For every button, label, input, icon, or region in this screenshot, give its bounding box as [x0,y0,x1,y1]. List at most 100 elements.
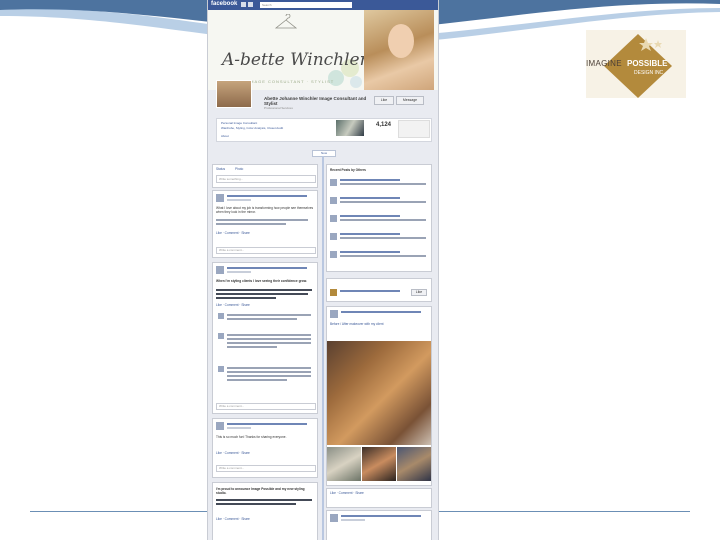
about-line-2: Wardrobe, Styling, Color Analysis, Close… [221,126,284,130]
post-timestamp[interactable] [227,199,251,201]
like-comment-links[interactable]: Like · Comment · Share [216,451,250,455]
post-excerpt [340,255,426,257]
linked-page-avatar[interactable] [330,289,337,296]
text-line [216,219,308,221]
friends-icon[interactable] [241,2,246,7]
profile-picture[interactable] [216,80,252,108]
author-name[interactable] [341,515,421,517]
cover-script-title: A-bette Winchler [222,50,368,70]
author-name[interactable] [227,423,307,425]
cover-photo: A-bette Winchler IMAGE CONSULTANT · STYL… [208,10,438,90]
photo-tab[interactable]: Photo [235,167,243,171]
timeline-post-3: This is so much fun! Thanks for sharing … [212,418,318,478]
photo-post: Before / After makeover with my client [326,306,432,486]
comment-line [227,346,277,348]
status-tab[interactable]: Status [216,167,225,171]
author-avatar[interactable] [216,194,224,202]
like-page-button[interactable]: Like [374,96,394,105]
poster-name[interactable] [340,179,400,181]
logo-word-small: DESIGN INC [634,70,664,76]
comment-line [227,342,311,344]
post-timestamp[interactable] [227,427,251,429]
messages-icon[interactable] [248,2,253,7]
poster-avatar[interactable] [330,215,337,222]
logo-word-possible: POSSIBLE [627,59,668,68]
text-line [216,297,276,299]
comment-line [227,314,311,316]
author-name[interactable] [227,267,307,269]
like-comment-links[interactable]: Like · Comment · Share [216,303,250,307]
photos-thumbnail[interactable] [336,120,364,136]
like-comment-links[interactable]: Like · Comment · Share [216,231,250,235]
page-category: Professional Services [264,106,293,110]
comment-line [227,367,311,369]
comment-line [227,371,311,373]
app-thumbnail[interactable] [398,120,430,138]
commenter-avatar[interactable] [218,366,224,372]
logo-word-imagine: IMAGINE [586,59,622,68]
poster-avatar[interactable] [330,179,337,186]
text-line [216,293,308,295]
photo-post-title[interactable]: Before / After makeover with my client [330,322,428,326]
poster-avatar[interactable] [330,251,337,258]
like-comment-links[interactable]: Like · Comment · Share [330,491,364,495]
text-line [216,499,312,501]
composer-input[interactable]: Write something... [216,175,316,183]
author-avatar[interactable] [330,514,338,522]
widget-like-button[interactable]: Like [411,289,427,296]
commenter-avatar[interactable] [218,333,224,339]
search-input[interactable]: Search [260,2,352,8]
poster-name[interactable] [340,233,400,235]
post-2-text: When I'm styling clients I love seeing t… [216,279,307,283]
poster-name[interactable] [340,251,400,253]
post-timestamp[interactable] [227,271,251,273]
post-1-text: What I love about my job is transforming… [216,206,314,214]
page-name[interactable]: Abette Johanne Winchler Image Consultant… [264,96,374,106]
author-avatar[interactable] [330,310,338,318]
comment-line [227,334,311,336]
post-photo-thumb-1[interactable] [327,447,361,481]
poster-name[interactable] [340,215,400,217]
author-name[interactable] [341,311,421,313]
comment-input[interactable]: Write a comment... [216,403,316,410]
message-button[interactable]: Message [396,96,424,105]
post-photo-thumb-2[interactable] [362,447,396,481]
facebook-top-bar: facebook Search [208,0,438,10]
timeline-post-4: I'm proud to announce Image Possible and… [212,482,318,540]
comment-input[interactable]: Write a comment... [216,247,316,254]
text-line [216,223,286,225]
comment-line [227,375,311,377]
imagine-possible-logo: IMAGINE POSSIBLE DESIGN INC [586,30,686,98]
post-3-text: This is so much fun! Thanks for sharing … [216,435,287,439]
likes-count[interactable]: 4,124 [376,122,391,128]
about-link[interactable]: About [221,134,229,138]
commenter-avatar[interactable] [218,313,224,319]
linked-page-name[interactable] [340,290,400,292]
timeline-post-2: When I'm styling clients I love seeing t… [212,262,318,414]
poster-avatar[interactable] [330,233,337,240]
poster-avatar[interactable] [330,197,337,204]
photo-post-actions: Like · Comment · Share [326,488,432,508]
like-widget-box: Like [326,278,432,302]
cover-portrait [364,10,434,90]
post-main-photo[interactable] [327,341,431,445]
comment-line [227,318,297,320]
recent-posts-title: Recent Posts by Others [330,168,366,172]
text-line [216,289,312,291]
poster-name[interactable] [340,197,400,199]
post-photo-thumb-3[interactable] [397,447,431,481]
author-avatar[interactable] [216,422,224,430]
portrait-face [388,24,414,58]
comment-input[interactable]: Write a comment... [216,465,316,472]
post-timestamp[interactable] [341,519,365,521]
hanger-icon [274,14,298,29]
author-avatar[interactable] [216,266,224,274]
facebook-logo[interactable]: facebook [211,1,237,7]
author-name[interactable] [227,195,307,197]
status-composer: Status Photo Write something... [212,164,318,188]
like-comment-links[interactable]: Like · Comment · Share [216,517,250,521]
facebook-page-screenshot: facebook Search A-bette Winchler IMAGE C… [207,0,439,540]
about-line-1: Personal Image Consultant [221,121,258,125]
timeline-now-pill[interactable]: Now [312,150,336,157]
comment-line [227,379,287,381]
